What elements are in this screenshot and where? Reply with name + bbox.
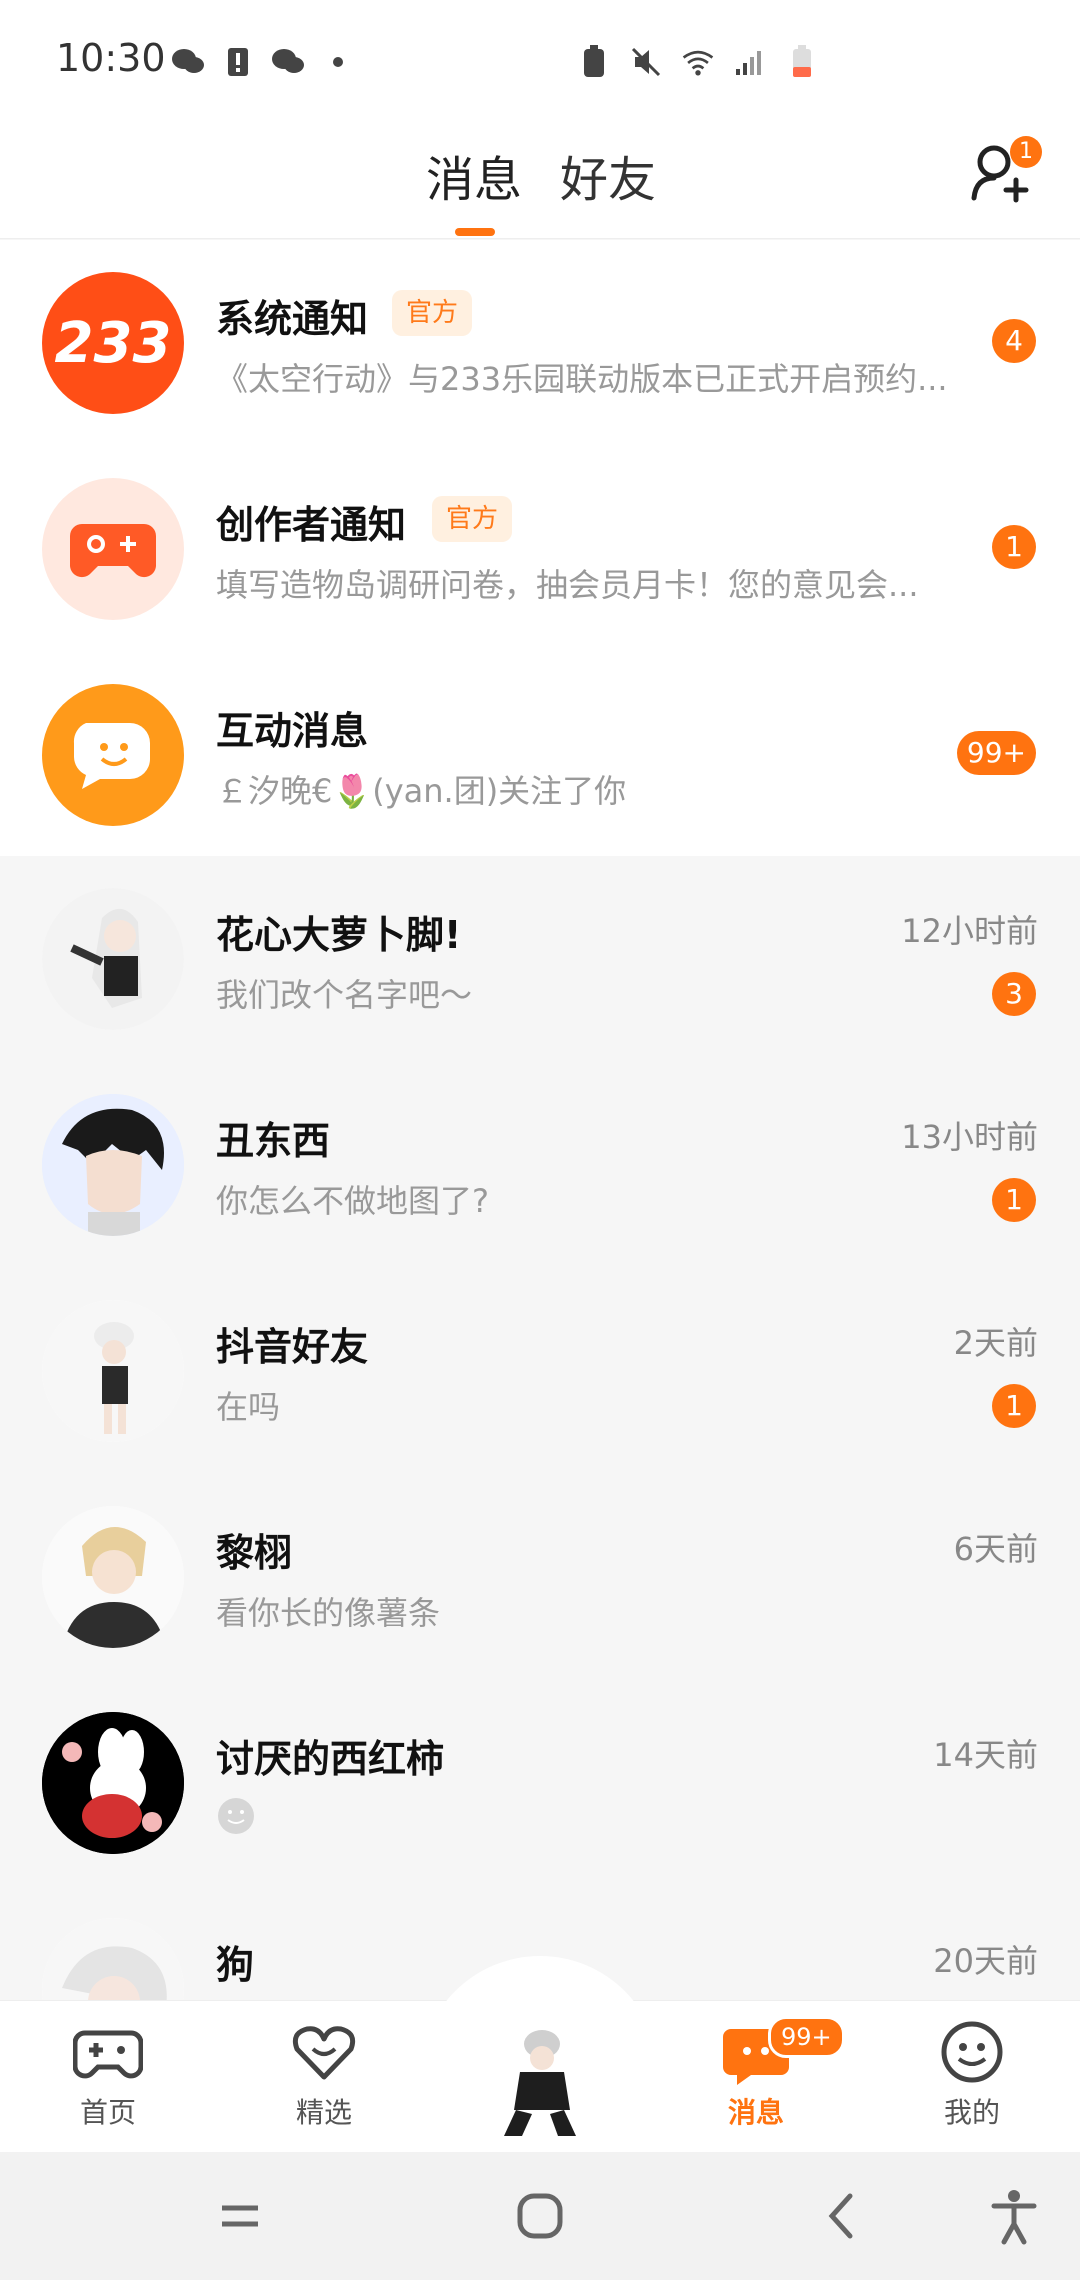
chat-preview: 我们改个名字吧～ [216,976,473,1014]
status-system-icons [576,44,820,80]
item-name: 互动消息 [216,709,369,753]
back-button[interactable] [810,2182,878,2250]
chat-row[interactable]: 花心大萝卜脚! 12小时前 我们改个名字吧～ 3 [0,856,1080,1062]
item-name: 系统通知 [216,297,369,341]
unread-badge: 4 [992,319,1036,363]
avatar [42,1094,184,1236]
wechat-icon [170,44,206,80]
nav-featured[interactable]: 精选 [264,2017,384,2131]
official-tag: 官方 [392,290,473,336]
emoji-preview-icon [216,1796,256,1840]
gamepad-icon [70,524,156,578]
active-tab-indicator [455,228,495,236]
heart-icon [289,2017,359,2087]
chat-name: 花心大萝卜脚! [216,913,462,957]
battery-saver-icon [576,44,612,80]
status-notification-icons [170,44,356,80]
chat-time: 12小时前 [901,912,1038,950]
unread-badge: 3 [992,972,1036,1016]
avatar [42,1712,184,1854]
avatar-233: 233 [42,272,184,414]
chat-time: 2天前 [953,1324,1038,1362]
unread-badge: 1 [992,1384,1036,1428]
chat-time: 13小时前 [901,1118,1038,1156]
mute-icon [628,44,664,80]
item-preview: ￡汐晚€🌷(yan.团)关注了你 [216,772,627,810]
avatar [42,1300,184,1442]
chat-row[interactable]: 讨厌的西红柿 14天前 [0,1680,1080,1886]
official-tag: 官方 [432,496,513,542]
chat-preview: 在吗 [216,1388,281,1426]
system-navigation-bar [0,2152,1080,2280]
battery-icon [784,44,820,80]
chat-time: 14天前 [933,1736,1038,1774]
chat-name: 狗 [216,1943,255,1987]
chat-name: 黎栩 [216,1531,293,1575]
nav-label: 首页 [79,2096,136,2129]
nav-label: 我的 [943,2096,1000,2129]
tab-messages[interactable]: 消息 [426,140,522,210]
gamepad-icon [72,2017,144,2087]
official-message-list: 233 系统通知 官方 《太空行动》与233乐园联动版本已正式开启预约... 4… [0,240,1080,856]
back-icon [828,2193,853,2239]
nav-label: 精选 [295,2096,352,2129]
status-time: 10:30 [56,36,166,80]
messages-header: 消息 好友 1 [0,120,1080,239]
wechat-icon [270,44,306,80]
smile-icon [937,2017,1007,2087]
item-preview: 《太空行动》与233乐园联动版本已正式开启预约... [216,360,948,398]
item-name: 创作者通知 [216,503,407,547]
accessibility-button[interactable] [980,2182,1048,2250]
chat-list: 花心大萝卜脚! 12小时前 我们改个名字吧～ 3 丑东西 13小时前 你怎么不做… [0,856,1080,2060]
avatar [42,888,184,1030]
logo-233-text: 233 [54,310,172,376]
unread-badge: 1 [992,1178,1036,1222]
avatar-interactions [42,684,184,826]
chat-preview: 看你长的像薯条 [216,1594,441,1632]
item-preview: 填写造物岛调研问卷，抽会员月卡！您的意见会... [216,566,919,604]
chat-preview: 你怎么不做地图了? [216,1182,489,1220]
chat-name: 抖音好友 [216,1325,369,1369]
chat-row[interactable]: 丑东西 13小时前 你怎么不做地图了? 1 [0,1062,1080,1268]
nav-profile[interactable]: 我的 [912,2017,1032,2131]
list-item-creator-notice[interactable]: 创作者通知 官方 填写造物岛调研问卷，抽会员月卡！您的意见会... 1 [0,446,1080,652]
list-item-system-notice[interactable]: 233 系统通知 官方 《太空行动》与233乐园联动版本已正式开启预约... 4 [0,240,1080,446]
recents-button[interactable] [206,2182,274,2250]
status-bar: 10:30 [0,0,1080,120]
signal-icon [732,44,768,80]
center-avatar-button[interactable] [470,2010,610,2150]
home-button[interactable] [506,2182,574,2250]
accessibility-icon [991,2190,1037,2245]
chat-time: 20天前 [933,1942,1038,1980]
nav-label: 消息 [727,2096,784,2129]
nav-home[interactable]: 首页 [48,2017,168,2131]
unread-badge: 99+ [956,731,1036,775]
alert-icon [220,44,256,80]
unread-badge: 1 [992,525,1036,569]
tab-friends[interactable]: 好友 [560,140,656,210]
chat-time: 6天前 [953,1530,1038,1568]
wifi-icon [680,44,716,80]
chat-row[interactable]: 抖音好友 2天前 在吗 1 [0,1268,1080,1474]
home-icon [517,2193,563,2239]
list-item-interactions[interactable]: 互动消息 ￡汐晚€🌷(yan.团)关注了你 99+ [0,652,1080,858]
chat-name: 丑东西 [216,1119,331,1163]
chat-row[interactable]: 黎栩 6天前 看你长的像薯条 [0,1474,1080,1680]
avatar [42,1506,184,1648]
recents-icon [222,2205,258,2227]
add-friend-badge: 1 [1010,136,1042,168]
messages-nav-badge: 99+ [768,2016,845,2058]
dot-icon [320,44,356,80]
chat-name: 讨厌的西红柿 [216,1737,445,1781]
avatar-creator [42,478,184,620]
chat-bubble-icon [73,723,150,789]
